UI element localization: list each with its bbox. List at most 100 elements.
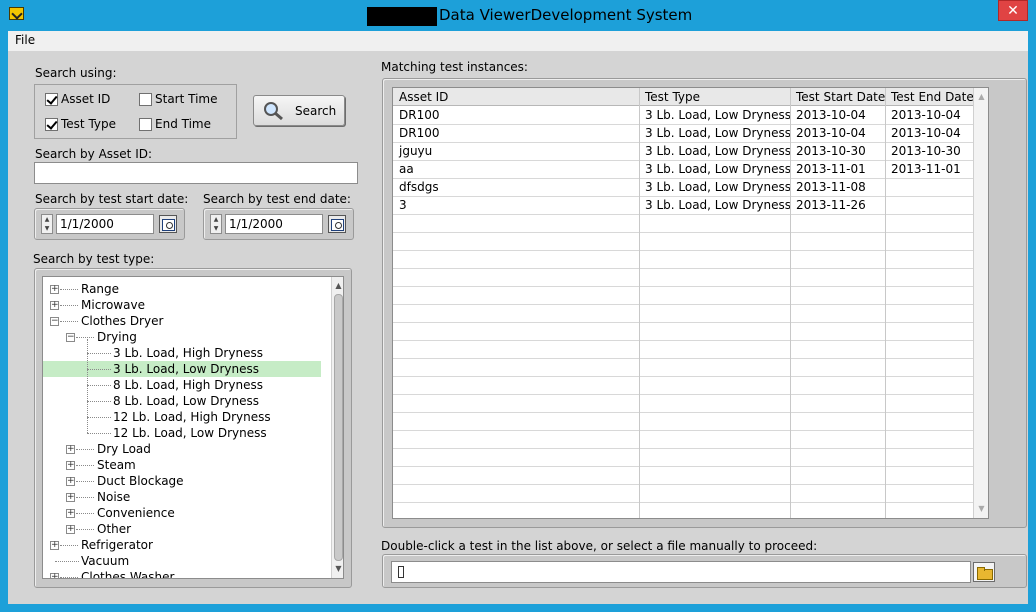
tree-item[interactable]: + Clothes Washer (43, 569, 321, 578)
tree-connector (76, 465, 94, 466)
tree-item[interactable]: 3 Lb. Load, High Dryness (43, 345, 321, 361)
scroll-up-arrow-icon[interactable]: ▲ (332, 279, 343, 293)
expand-icon[interactable]: + (50, 573, 59, 578)
tree-item[interactable]: + Duct Blockage (43, 473, 321, 489)
tree-item[interactable]: + Dry Load (43, 441, 321, 457)
column-header[interactable]: Test Start Date (790, 88, 885, 106)
tree-item[interactable]: − Clothes Dryer (43, 313, 321, 329)
table-cell[interactable]: 2013-11-01 (790, 160, 885, 178)
tree-item[interactable]: 8 Lb. Load, Low Dryness (43, 393, 321, 409)
end-date-spinner[interactable]: ▲ ▼ (210, 214, 222, 234)
row-gridline (393, 502, 973, 503)
table-cell[interactable] (885, 178, 973, 196)
table-cell[interactable]: 3 Lb. Load, Low Dryness (639, 106, 790, 124)
folder-browse-icon[interactable] (973, 562, 995, 582)
tree-connector (76, 497, 94, 498)
search-button-label: Search (295, 104, 337, 118)
tree-item[interactable]: + Steam (43, 457, 321, 473)
calendar-icon[interactable] (328, 215, 346, 233)
labview-app-icon[interactable] (9, 7, 24, 20)
results-table[interactable]: Asset ID Test Type Test Start Date Test End… (392, 87, 989, 519)
tree-item[interactable]: + Range (43, 281, 321, 297)
start-time-checkbox[interactable] (139, 93, 152, 106)
results-scrollbar[interactable]: ▲ ▼ (973, 88, 988, 518)
row-gridline (393, 430, 973, 431)
tree-item[interactable]: + Microwave (43, 297, 321, 313)
collapse-icon[interactable]: − (66, 333, 75, 342)
table-cell[interactable]: 2013-10-04 (790, 124, 885, 142)
expand-icon[interactable]: + (50, 541, 59, 550)
table-cell[interactable]: 3 Lb. Load, Low Dryness (639, 160, 790, 178)
search-using-label: Search using: (35, 66, 117, 80)
row-gridline (393, 484, 973, 485)
test-type-checkbox[interactable] (45, 118, 58, 131)
table-cell[interactable]: 2013-10-04 (885, 124, 973, 142)
table-cell[interactable]: 2013-11-08 (790, 178, 885, 196)
tree-item[interactable]: + Noise (43, 489, 321, 505)
tree-item[interactable]: + Other (43, 521, 321, 537)
tree-connector (60, 321, 78, 322)
table-cell[interactable]: 2013-10-30 (790, 142, 885, 160)
search-button[interactable]: Search (253, 95, 345, 126)
close-button[interactable]: ✕ (998, 0, 1028, 21)
collapse-icon[interactable]: − (50, 317, 59, 326)
expand-icon[interactable]: + (66, 477, 75, 486)
tree-item-label: Range (81, 282, 120, 296)
tree-scrollbar[interactable]: ▲ ▼ (331, 277, 343, 578)
expand-icon[interactable]: + (66, 445, 75, 454)
start-date-label: Search by test start date: (35, 192, 189, 206)
start-date-spinner[interactable]: ▲ ▼ (41, 214, 53, 234)
tree-item[interactable]: + Refrigerator (43, 537, 321, 553)
expand-icon[interactable]: + (66, 461, 75, 470)
table-cell[interactable]: dfsdgs (393, 178, 639, 196)
tree-item[interactable]: 12 Lb. Load, High Dryness (43, 409, 321, 425)
table-cell[interactable]: DR100 (393, 106, 639, 124)
table-cell[interactable]: 3 Lb. Load, Low Dryness (639, 178, 790, 196)
end-time-checkbox[interactable] (139, 118, 152, 131)
table-cell[interactable]: 2013-10-04 (790, 106, 885, 124)
scroll-down-arrow-icon[interactable]: ▼ (332, 562, 343, 576)
tree-item[interactable]: 12 Lb. Load, Low Dryness (43, 425, 321, 441)
table-cell[interactable]: 3 (393, 196, 639, 214)
scroll-down-arrow-icon[interactable]: ▼ (974, 502, 988, 516)
table-cell[interactable]: 3 Lb. Load, Low Dryness (639, 142, 790, 160)
tree-item[interactable]: 3 Lb. Load, Low Dryness (43, 361, 321, 377)
expand-icon[interactable]: + (50, 301, 59, 310)
tree-item[interactable]: 8 Lb. Load, High Dryness (43, 377, 321, 393)
tree-item[interactable]: + Convenience (43, 505, 321, 521)
start-date-input[interactable]: 1/1/2000 (56, 214, 154, 234)
table-cell[interactable] (885, 196, 973, 214)
table-cell[interactable]: aa (393, 160, 639, 178)
tree-connector (87, 433, 111, 434)
file-path-input[interactable] (391, 561, 971, 583)
asset-id-search-input[interactable] (34, 162, 358, 184)
test-type-tree[interactable]: + Range + Microwave − Clothes Dryer − Drying 3 L… (42, 276, 344, 579)
asset-id-checkbox[interactable] (45, 93, 58, 106)
tree-item[interactable]: − Drying (43, 329, 321, 345)
table-cell[interactable]: DR100 (393, 124, 639, 142)
expand-icon[interactable]: + (66, 509, 75, 518)
table-cell[interactable]: 3 Lb. Load, Low Dryness (639, 124, 790, 142)
column-header[interactable]: Asset ID (393, 88, 639, 106)
calendar-icon[interactable] (159, 215, 177, 233)
expand-icon[interactable]: + (66, 525, 75, 534)
row-gridline (393, 466, 973, 467)
table-cell[interactable]: jguyu (393, 142, 639, 160)
table-cell[interactable]: 2013-11-01 (885, 160, 973, 178)
expand-icon[interactable]: + (66, 493, 75, 502)
table-cell[interactable]: 2013-10-04 (885, 106, 973, 124)
redacted-title-block (367, 7, 437, 26)
table-cell[interactable]: 3 Lb. Load, Low Dryness (639, 196, 790, 214)
menu-file[interactable]: File (15, 33, 35, 47)
table-cell[interactable]: 2013-10-30 (885, 142, 973, 160)
table-cell[interactable]: 2013-11-26 (790, 196, 885, 214)
end-date-input[interactable]: 1/1/2000 (225, 214, 323, 234)
tree-item[interactable]: Vacuum (43, 553, 321, 569)
column-header[interactable]: Test End Date (885, 88, 974, 106)
tree-item-label: Drying (97, 330, 137, 344)
test-type-label: Test Type (61, 117, 117, 131)
scroll-thumb[interactable] (334, 294, 343, 561)
expand-icon[interactable]: + (50, 285, 59, 294)
scroll-up-arrow-icon[interactable]: ▲ (974, 90, 988, 104)
column-header[interactable]: Test Type (639, 88, 790, 106)
